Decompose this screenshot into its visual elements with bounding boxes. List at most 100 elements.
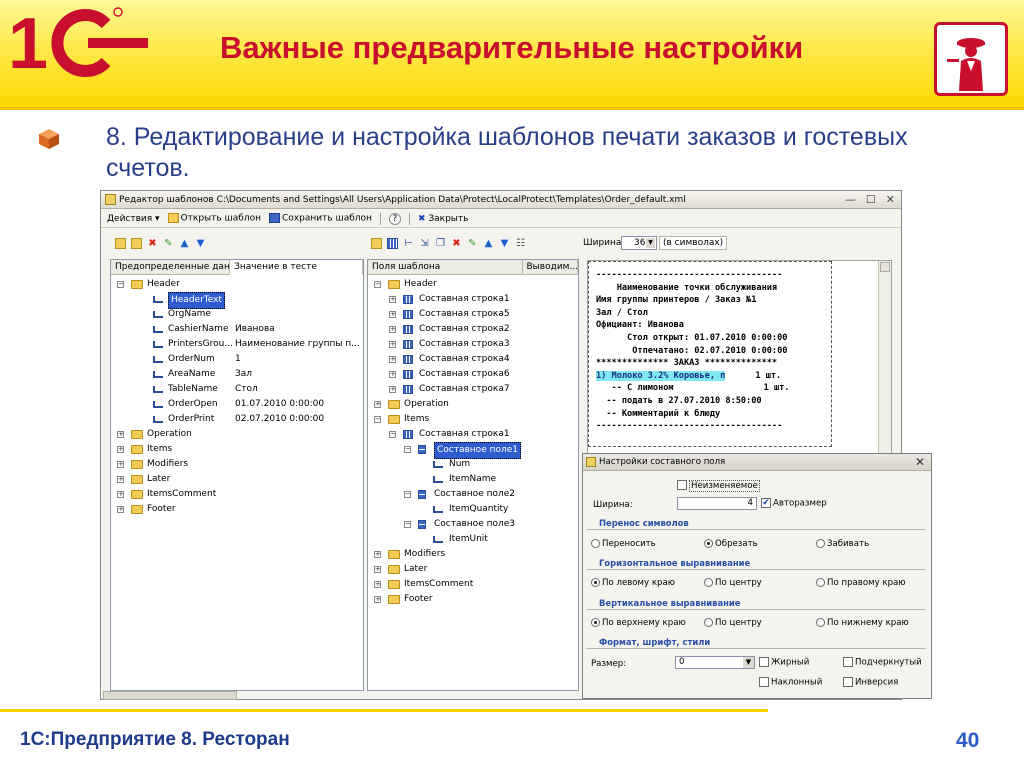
collapse-icon[interactable]: −: [404, 521, 411, 528]
dialog-width-input[interactable]: 4: [677, 497, 757, 510]
tree-row[interactable]: − Items: [368, 412, 578, 427]
tree-row[interactable]: + Составная строка7: [368, 382, 578, 397]
expand-icon[interactable]: +: [117, 506, 124, 513]
tree-row[interactable]: + Составная строка4: [368, 352, 578, 367]
move-up-icon[interactable]: ▲: [179, 238, 190, 249]
tree-row[interactable]: − Составное поле2: [368, 487, 578, 502]
col-test-value[interactable]: Значение в тесте: [230, 260, 363, 275]
edit-pencil-icon[interactable]: ✎: [467, 238, 478, 249]
italic-checkbox[interactable]: Наклонный: [759, 677, 822, 688]
tree-row[interactable]: + Footer: [368, 592, 578, 607]
add-folder-icon[interactable]: [371, 237, 382, 249]
expand-icon[interactable]: +: [389, 296, 396, 303]
collapse-icon[interactable]: −: [117, 281, 124, 288]
help-button[interactable]: ?: [388, 212, 401, 225]
scroll-up-button[interactable]: [880, 262, 890, 272]
width-select[interactable]: 36 ▼: [621, 236, 657, 250]
collapse-icon[interactable]: −: [389, 431, 396, 438]
expand-icon[interactable]: +: [374, 551, 381, 558]
expand-icon[interactable]: +: [389, 371, 396, 378]
edit-pencil-icon[interactable]: ✎: [163, 238, 174, 249]
tree-row[interactable]: − Составная строка1: [368, 427, 578, 442]
wrap-option-2[interactable]: Забивать: [816, 539, 869, 549]
tree-row[interactable]: − Header: [111, 277, 363, 292]
tree-row[interactable]: + Later: [368, 562, 578, 577]
col-predefined[interactable]: Предопределенные данные: [111, 260, 231, 275]
delete-icon[interactable]: ✖: [451, 238, 462, 249]
tree-row[interactable]: + Составная строка3: [368, 337, 578, 352]
unchangeable-checkbox[interactable]: Неизменяемое: [677, 479, 760, 492]
settings-icon[interactable]: ☷: [515, 238, 526, 249]
tree-row[interactable]: + Operation: [368, 397, 578, 412]
preview-scrollbar[interactable]: [878, 261, 891, 455]
expand-icon[interactable]: +: [374, 581, 381, 588]
open-template-button[interactable]: Открыть шаблон: [167, 213, 261, 224]
tree-row[interactable]: PrintersGrou... Наименование группы п...: [111, 337, 363, 352]
col-fields[interactable]: Поля шаблона: [368, 260, 523, 275]
tree-row[interactable]: − Составное поле3: [368, 517, 578, 532]
close-window-icon[interactable]: ✕: [886, 193, 895, 206]
add-folder-icon[interactable]: [115, 237, 126, 249]
tree-row[interactable]: HeaderText: [111, 292, 363, 309]
underline-checkbox[interactable]: Подчеркнутый: [843, 657, 922, 668]
copy-icon[interactable]: ❐: [435, 238, 446, 249]
expand-icon[interactable]: +: [389, 341, 396, 348]
wrap-option-1[interactable]: Обрезать: [704, 539, 758, 549]
bold-checkbox[interactable]: Жирный: [759, 657, 809, 668]
halign-option-1[interactable]: По центру: [704, 578, 762, 588]
move-down-icon[interactable]: ▼: [195, 238, 206, 249]
autosize-checkbox[interactable]: ✔ Авторазмер: [761, 498, 827, 509]
add-row-icon[interactable]: [387, 237, 398, 249]
tree-row[interactable]: ItemName: [368, 472, 578, 487]
actions-menu[interactable]: Действия ▾: [107, 214, 160, 224]
halign-option-0[interactable]: По левому краю: [591, 578, 675, 588]
expand-icon[interactable]: +: [389, 386, 396, 393]
wrap-option-0[interactable]: Переносить: [591, 539, 656, 549]
valign-option-0[interactable]: По верхнему краю: [591, 618, 686, 628]
col-output[interactable]: Выводим...: [523, 260, 578, 275]
tree-row[interactable]: ItemUnit: [368, 532, 578, 547]
expand-icon[interactable]: +: [389, 356, 396, 363]
expand-icon[interactable]: +: [117, 491, 124, 498]
tree-row[interactable]: Num: [368, 457, 578, 472]
tree-row[interactable]: + Modifiers: [368, 547, 578, 562]
tree-row[interactable]: ItemQuantity: [368, 502, 578, 517]
tree-row[interactable]: + Items: [111, 442, 363, 457]
save-template-button[interactable]: Сохранить шаблон: [269, 213, 372, 224]
add-item-icon[interactable]: ⇲: [419, 238, 430, 249]
close-button[interactable]: ✖ Закрыть: [418, 214, 469, 224]
valign-option-1[interactable]: По центру: [704, 618, 762, 628]
expand-icon[interactable]: +: [389, 326, 396, 333]
tree-row[interactable]: + Составная строка1: [368, 292, 578, 307]
move-down-icon[interactable]: ▼: [499, 238, 510, 249]
move-up-icon[interactable]: ▲: [483, 238, 494, 249]
valign-option-2[interactable]: По нижнему краю: [816, 618, 909, 628]
maximize-icon[interactable]: ☐: [866, 193, 876, 206]
tree-row[interactable]: OrderNum 1: [111, 352, 363, 367]
collapse-icon[interactable]: −: [374, 416, 381, 423]
expand-icon[interactable]: +: [117, 431, 124, 438]
tree-row[interactable]: CashierName Иванова: [111, 322, 363, 337]
tree-row[interactable]: − Составное поле1: [368, 442, 578, 459]
tree-row[interactable]: TableName Стол: [111, 382, 363, 397]
tree-row[interactable]: AreaName Зал: [111, 367, 363, 382]
expand-icon[interactable]: +: [374, 566, 381, 573]
add-subfolder-icon[interactable]: [131, 237, 142, 249]
tree-row[interactable]: + Footer: [111, 502, 363, 517]
tree-row[interactable]: + Составная строка2: [368, 322, 578, 337]
add-field-icon[interactable]: ⊢: [403, 238, 414, 249]
tree-row[interactable]: − Header: [368, 277, 578, 292]
expand-icon[interactable]: +: [117, 476, 124, 483]
collapse-icon[interactable]: −: [404, 446, 411, 453]
tree-row[interactable]: + ItemsComment: [111, 487, 363, 502]
inverse-checkbox[interactable]: Инверсия: [843, 677, 898, 688]
tree-row[interactable]: OrgName: [111, 307, 363, 322]
tree-row[interactable]: OrderOpen 01.07.2010 0:00:00: [111, 397, 363, 412]
expand-icon[interactable]: +: [389, 311, 396, 318]
collapse-icon[interactable]: −: [374, 281, 381, 288]
bottom-tab[interactable]: [103, 691, 237, 700]
expand-icon[interactable]: +: [117, 446, 124, 453]
tree-row[interactable]: + Operation: [111, 427, 363, 442]
tree-row[interactable]: + ItemsComment: [368, 577, 578, 592]
dialog-close-icon[interactable]: ✕: [915, 454, 925, 471]
